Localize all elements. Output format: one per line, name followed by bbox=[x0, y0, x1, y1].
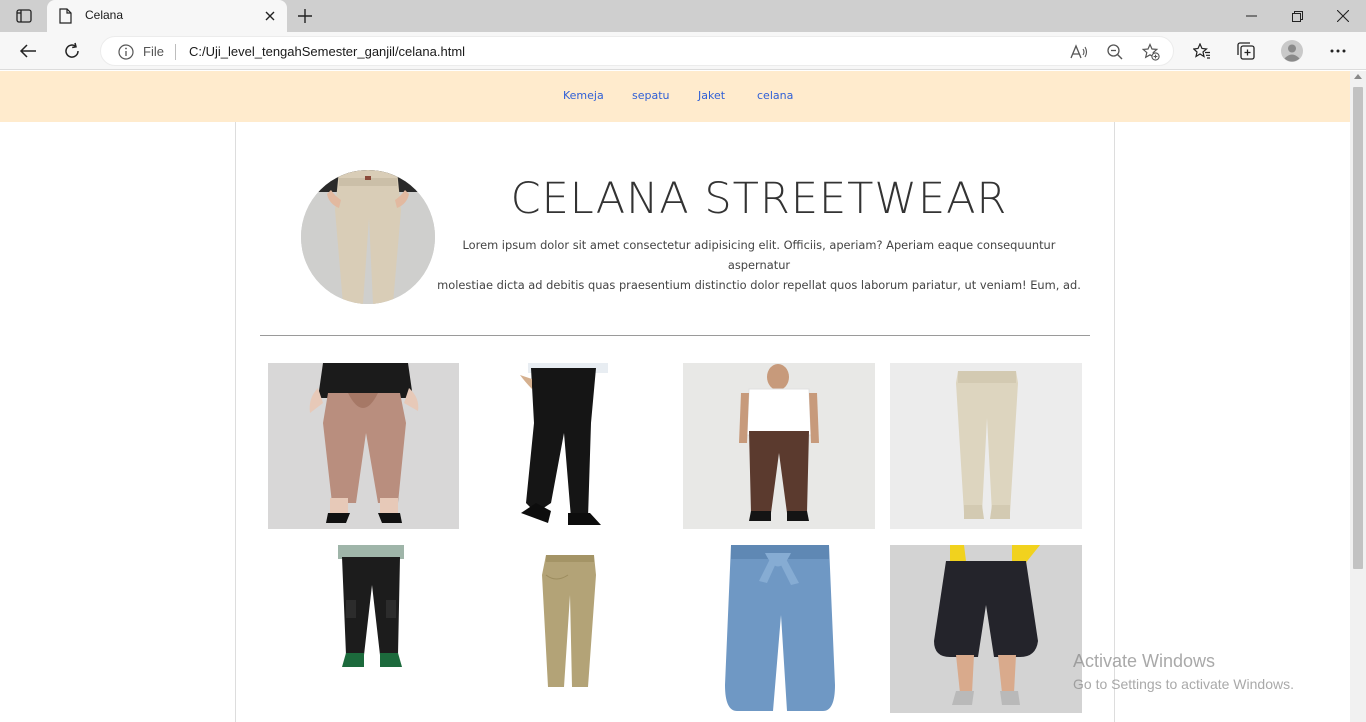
tab-title: Celana bbox=[85, 8, 124, 22]
page-title: CELANA STREETWEAR bbox=[510, 174, 1008, 224]
vertical-scrollbar[interactable] bbox=[1350, 71, 1366, 722]
product-card[interactable] bbox=[476, 363, 668, 529]
tab-bar: Celana bbox=[0, 0, 1366, 32]
hero-image bbox=[301, 170, 435, 304]
close-icon bbox=[265, 11, 275, 21]
page-icon bbox=[59, 8, 72, 28]
product-image-denim-culottes bbox=[683, 545, 875, 713]
minimize-icon bbox=[1245, 15, 1257, 17]
product-image-black-cargo-pants bbox=[268, 545, 460, 711]
product-image-cream-joggers bbox=[890, 363, 1082, 529]
nav-link-kemeja[interactable]: Kemeja bbox=[563, 89, 604, 102]
profile-button[interactable] bbox=[1277, 36, 1307, 66]
product-image-khaki-pants bbox=[476, 545, 668, 711]
add-favorite-icon[interactable] bbox=[1141, 43, 1161, 61]
favorites-icon bbox=[1193, 43, 1210, 59]
product-card[interactable] bbox=[268, 545, 460, 711]
product-card[interactable] bbox=[683, 363, 875, 529]
page-description: Lorem ipsum dolor sit amet consectetur a… bbox=[436, 235, 1082, 295]
nav-link-jaket[interactable]: Jaket bbox=[698, 89, 725, 102]
product-image-brown-chinos-back bbox=[683, 363, 875, 529]
scroll-up-arrow-icon[interactable] bbox=[1354, 74, 1362, 79]
description-line: molestiae dicta ad debitis quas praesent… bbox=[437, 278, 1081, 292]
avatar bbox=[1281, 40, 1303, 62]
back-button[interactable] bbox=[13, 36, 43, 66]
product-image-pink-tie-waist-pants bbox=[268, 363, 459, 529]
nav-link-sepatu[interactable]: sepatu bbox=[632, 89, 670, 102]
description-line: Lorem ipsum dolor sit amet consectetur a… bbox=[462, 238, 1056, 272]
tab-actions-icon bbox=[16, 9, 32, 23]
close-icon bbox=[1337, 10, 1349, 22]
site-navbar: Kemeja sepatu Jaket celana bbox=[0, 71, 1350, 122]
product-card[interactable] bbox=[683, 545, 875, 713]
address-bar[interactable]: File C:/Uji_level_tengahSemester_ganjil/… bbox=[100, 36, 1174, 66]
more-icon bbox=[1330, 49, 1346, 53]
product-card[interactable] bbox=[890, 545, 1082, 713]
info-icon[interactable] bbox=[118, 44, 134, 64]
activate-windows-subtitle: Go to Settings to activate Windows. bbox=[1073, 676, 1294, 692]
page-viewport: Kemeja sepatu Jaket celana CELANA STREET… bbox=[0, 71, 1350, 722]
arrow-left-icon bbox=[19, 44, 36, 58]
restore-button[interactable] bbox=[1274, 0, 1320, 32]
tab-actions-button[interactable] bbox=[8, 4, 40, 28]
close-window-button[interactable] bbox=[1320, 0, 1366, 32]
product-image-black-dress-pants bbox=[476, 363, 668, 529]
settings-more-button[interactable] bbox=[1323, 36, 1353, 66]
nav-link-celana[interactable]: celana bbox=[757, 89, 793, 102]
minimize-button[interactable] bbox=[1228, 0, 1274, 32]
close-tab-button[interactable] bbox=[261, 7, 279, 25]
refresh-icon bbox=[65, 42, 79, 58]
refresh-button[interactable] bbox=[57, 36, 87, 66]
collections-button[interactable] bbox=[1231, 36, 1261, 66]
active-tab[interactable]: Celana bbox=[47, 0, 287, 32]
product-image-black-floral-culottes bbox=[890, 545, 1082, 713]
new-tab-button[interactable] bbox=[293, 5, 317, 27]
activate-windows-title: Activate Windows bbox=[1073, 651, 1216, 671]
plus-icon bbox=[298, 9, 312, 23]
restore-icon bbox=[1291, 10, 1303, 22]
collections-icon bbox=[1237, 42, 1255, 60]
section-divider bbox=[260, 335, 1090, 336]
product-card[interactable] bbox=[268, 363, 459, 529]
site-info-label[interactable]: File bbox=[143, 44, 164, 59]
browser-toolbar: File C:/Uji_level_tengahSemester_ganjil/… bbox=[0, 32, 1366, 70]
favorites-button[interactable] bbox=[1187, 36, 1217, 66]
content-container: CELANA STREETWEAR Lorem ipsum dolor sit … bbox=[235, 122, 1115, 722]
scrollbar-thumb[interactable] bbox=[1353, 87, 1363, 569]
read-aloud-icon[interactable] bbox=[1069, 43, 1089, 61]
product-card[interactable] bbox=[890, 363, 1082, 529]
address-separator bbox=[175, 44, 176, 60]
zoom-out-icon[interactable] bbox=[1105, 43, 1125, 61]
url-text[interactable]: C:/Uji_level_tengahSemester_ganjil/celan… bbox=[189, 44, 465, 59]
product-card[interactable] bbox=[476, 545, 668, 711]
